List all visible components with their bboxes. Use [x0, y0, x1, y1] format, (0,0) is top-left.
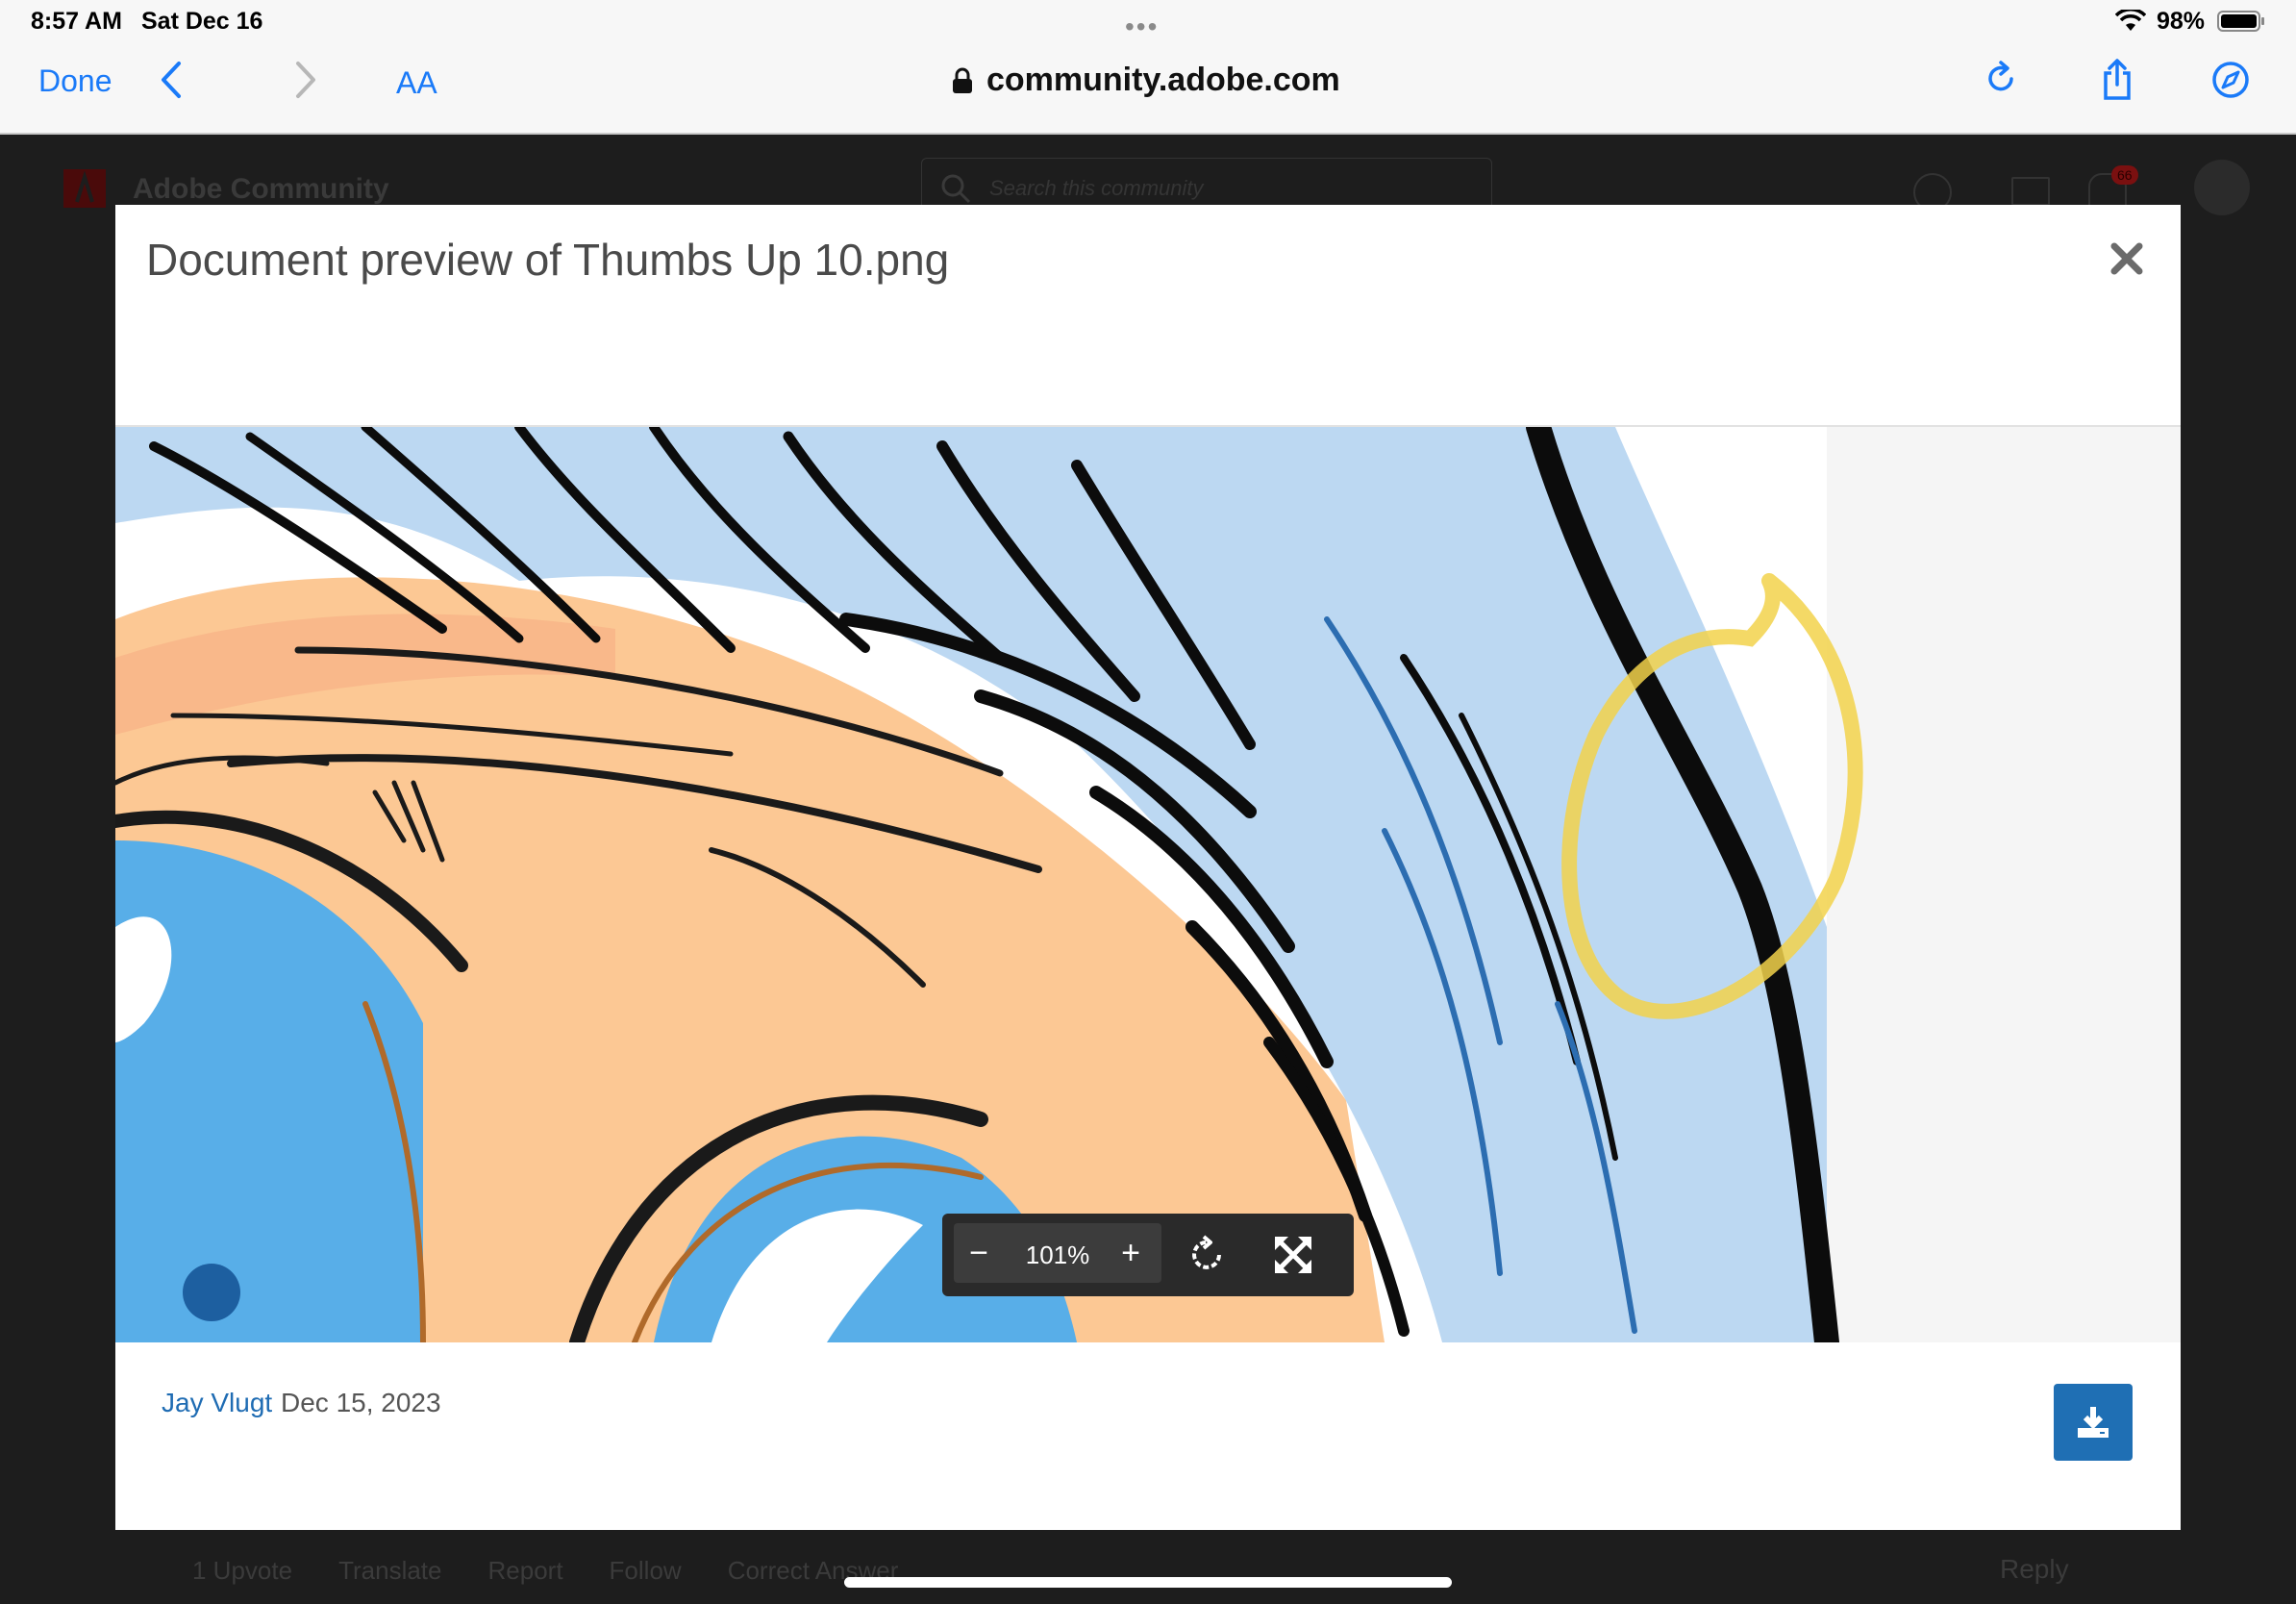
image-viewer[interactable]: − 101% +: [115, 427, 2181, 1342]
battery-percent: 98%: [2157, 8, 2206, 35]
post-date: Dec 15, 2023: [281, 1388, 441, 1417]
forward-icon[interactable]: [287, 58, 325, 102]
fullscreen-icon[interactable]: [1271, 1233, 1315, 1277]
search-placeholder: Search this community: [989, 176, 1204, 200]
site-title: Adobe Community: [133, 173, 389, 205]
multitasking-dots-icon[interactable]: •••: [1125, 12, 1159, 42]
close-icon[interactable]: [2108, 239, 2146, 278]
home-indicator[interactable]: [844, 1577, 1452, 1588]
text-size-label: AA: [396, 65, 437, 100]
mail-icon: [2011, 177, 2050, 206]
compass-icon[interactable]: [2211, 58, 2250, 102]
upvote-action: 1 Upvote: [192, 1556, 293, 1585]
document-preview-modal: Document preview of Thumbs Up 10.png − 1…: [115, 205, 2181, 1530]
preview-image: [115, 427, 1863, 1342]
zoom-out-button[interactable]: −: [960, 1233, 998, 1273]
zoom-level: 101%: [1025, 1241, 1090, 1269]
browser-chrome: 8:57 AM Sat Dec 16 ••• 98% Done AA commu…: [0, 0, 2296, 135]
wifi-icon: [2115, 10, 2146, 31]
reply-action: Reply: [2000, 1554, 2069, 1584]
avatar: [2194, 160, 2250, 215]
search-icon: [941, 174, 971, 204]
translate-action: Translate: [338, 1556, 442, 1585]
zoom-in-button[interactable]: +: [1111, 1233, 1150, 1273]
status-time: 8:57 AM: [31, 8, 122, 35]
notification-badge: 66: [2111, 165, 2138, 185]
follow-action: Follow: [609, 1556, 682, 1585]
back-icon[interactable]: [154, 58, 192, 102]
zoom-control: − 101% +: [954, 1223, 1161, 1283]
author-link[interactable]: Jay Vlugt: [162, 1388, 272, 1418]
download-icon: [2078, 1407, 2109, 1438]
download-button[interactable]: [2054, 1384, 2133, 1461]
text-size-button[interactable]: AA: [396, 65, 437, 101]
battery-icon: [2217, 11, 2264, 32]
viewer-toolbar: − 101% +: [942, 1214, 1354, 1296]
modal-title: Document preview of Thumbs Up 10.png: [146, 235, 950, 285]
reload-icon[interactable]: [1983, 58, 2021, 102]
report-action: Report: [487, 1556, 563, 1585]
status-date: Sat Dec 16: [141, 8, 263, 35]
post-actions: 1 Upvote Translate Report Follow Correct…: [192, 1556, 898, 1586]
share-icon[interactable]: [2098, 58, 2136, 102]
address-bar[interactable]: community.adobe.com: [952, 62, 1340, 99]
rotate-icon[interactable]: [1186, 1233, 1231, 1277]
adobe-logo-icon: [63, 169, 106, 208]
url-text: community.adobe.com: [986, 62, 1340, 98]
lock-icon: [953, 67, 972, 93]
done-button[interactable]: Done: [38, 63, 112, 99]
